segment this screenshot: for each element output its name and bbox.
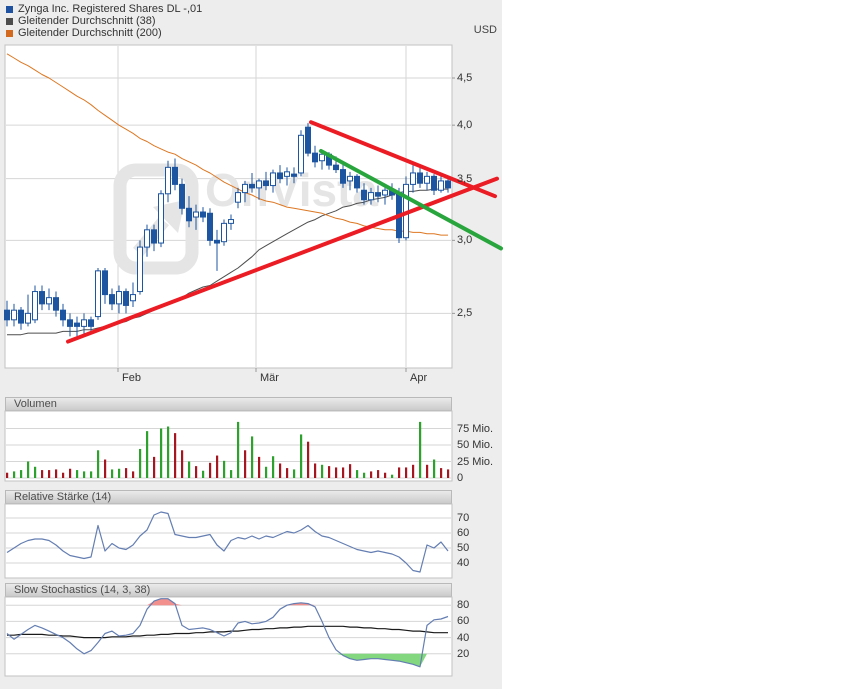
rsi-panel-title: Relative Stärke (14) <box>14 491 111 503</box>
rsi-axis-label: 70 <box>457 511 469 525</box>
stochastics-axis-label: 20 <box>457 647 469 661</box>
price-chart-canvas: OnVista <box>5 45 505 368</box>
time-axis-label: Apr <box>410 371 427 385</box>
stochastics-panel-title: Slow Stochastics (14, 3, 38) <box>14 584 150 596</box>
legend-item-instrument: Zynga Inc. Registered Shares DL -,01 <box>6 3 202 15</box>
rsi-axis-label: 60 <box>457 526 469 540</box>
legend-item-label: Zynga Inc. Registered Shares DL -,01 <box>18 3 202 15</box>
legend-item-label: Gleitender Durchschnitt (200) <box>18 27 162 39</box>
ma38-series-marker <box>6 18 13 25</box>
currency-label: USD <box>453 24 497 36</box>
volume-axis-label: 0 <box>457 471 463 485</box>
time-axis-label: Mär <box>260 371 279 385</box>
price-y-axis-label: 2,5 <box>457 306 472 320</box>
rsi-chart-canvas <box>5 504 452 578</box>
price-y-axis-label: 3,5 <box>457 172 472 186</box>
stochastics-panel-header: Slow Stochastics (14, 3, 38) <box>5 583 452 597</box>
ma200-series-marker <box>6 30 13 37</box>
volume-panel-title: Volumen <box>14 398 57 410</box>
volume-panel-header: Volumen <box>5 397 452 411</box>
price-y-axis-label: 4,5 <box>457 71 472 85</box>
price-y-axis-label: 4,0 <box>457 118 472 132</box>
volume-axis-label: 25 Mio. <box>457 455 493 469</box>
legend-item-ma200: Gleitender Durchschnitt (200) <box>6 27 202 39</box>
time-axis-label: Feb <box>122 371 141 385</box>
legend-item-label: Gleitender Durchschnitt (38) <box>18 15 156 27</box>
instrument-series-marker <box>6 6 13 13</box>
stochastics-axis-label: 40 <box>457 631 469 645</box>
chart-legend: Zynga Inc. Registered Shares DL -,01 Gle… <box>6 3 202 39</box>
stochastics-axis-label: 80 <box>457 598 469 612</box>
stochastics-axis-label: 60 <box>457 614 469 628</box>
rsi-panel-header: Relative Stärke (14) <box>5 490 452 504</box>
rsi-axis-label: 40 <box>457 556 469 570</box>
legend-item-ma38: Gleitender Durchschnitt (38) <box>6 15 202 27</box>
volume-chart-canvas <box>5 411 452 481</box>
price-y-axis-label: 3,0 <box>457 233 472 247</box>
stochastics-chart-canvas <box>5 597 452 676</box>
volume-axis-label: 75 Mio. <box>457 422 493 436</box>
volume-axis-label: 50 Mio. <box>457 438 493 452</box>
rsi-axis-label: 50 <box>457 541 469 555</box>
